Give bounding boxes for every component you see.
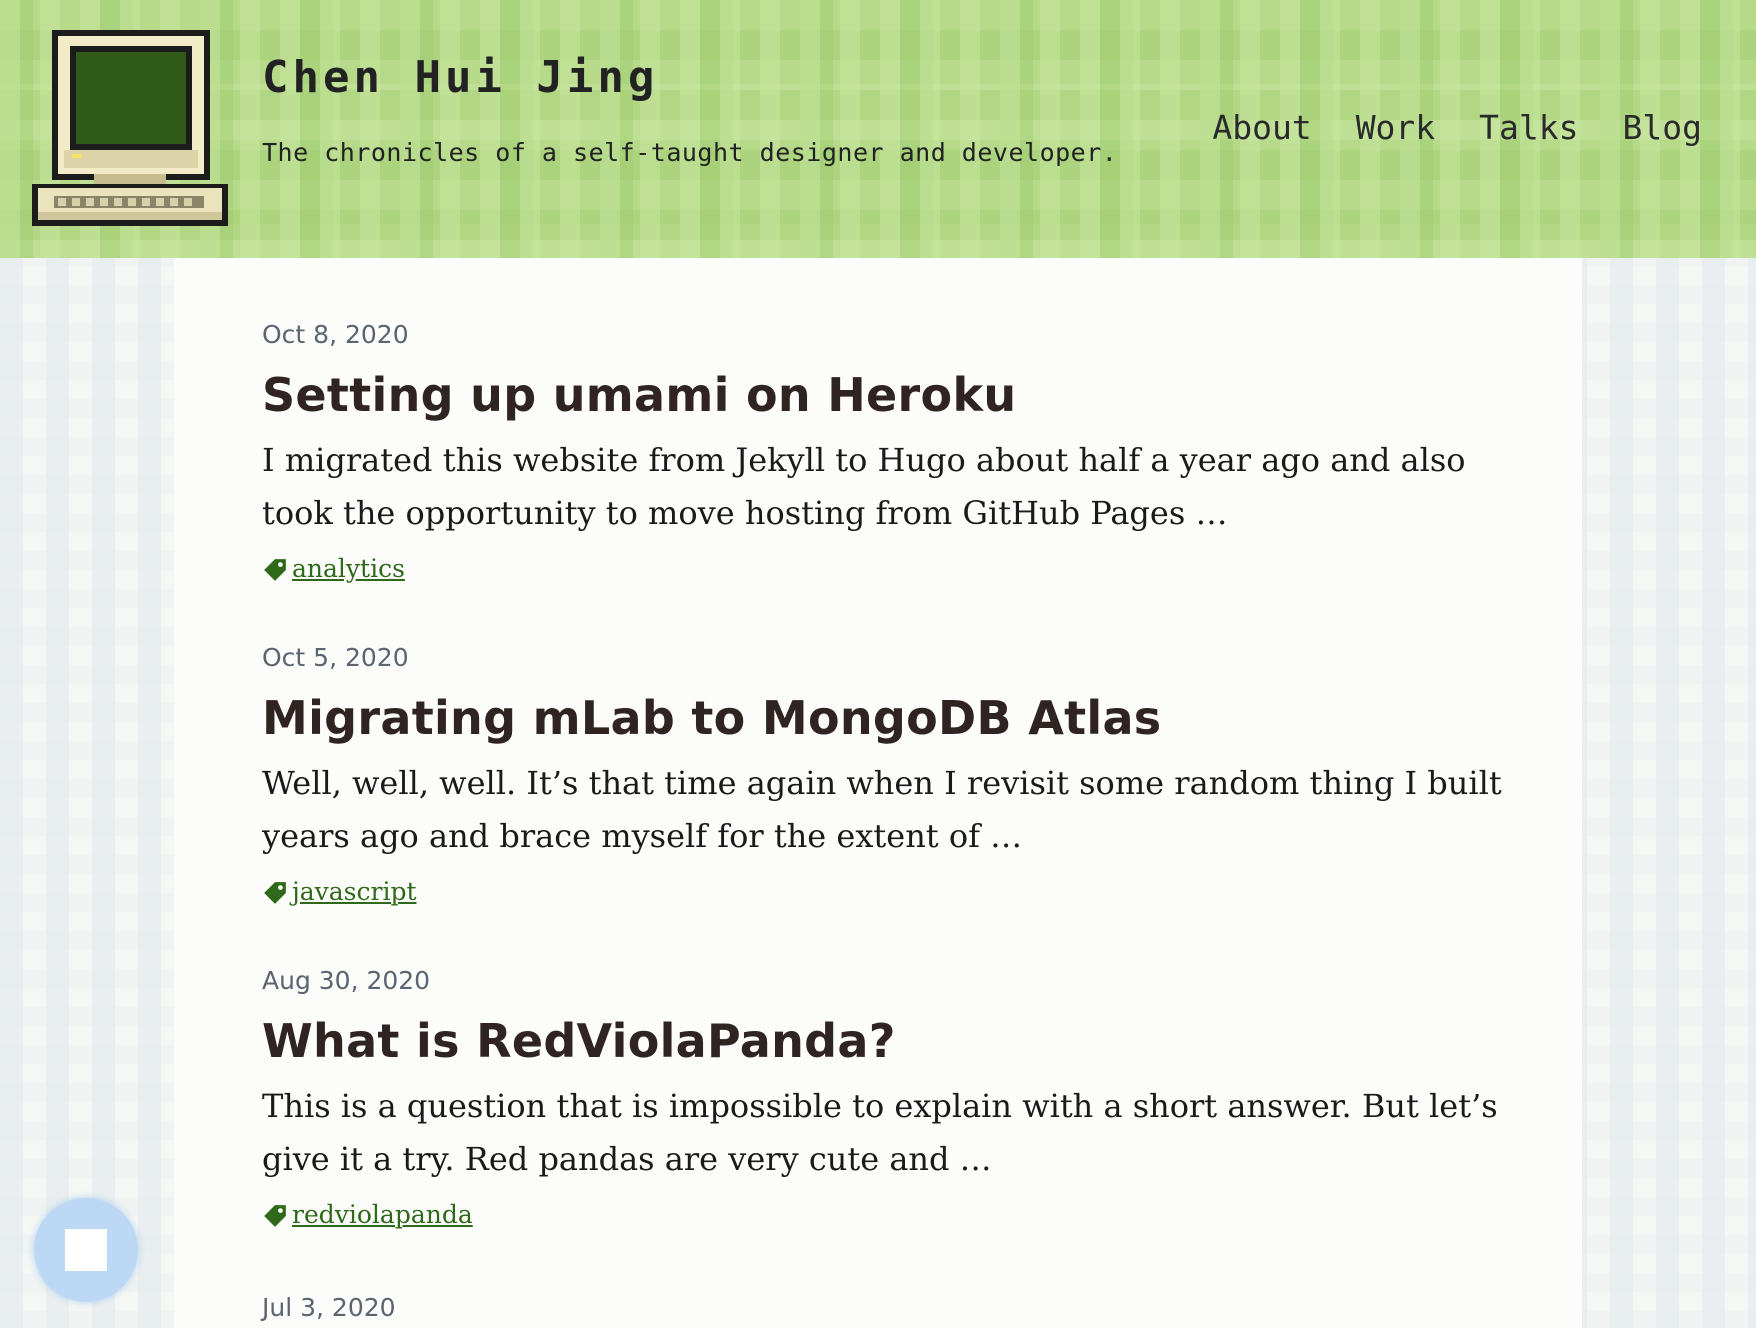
tag-link-analytics[interactable]: analytics (292, 554, 405, 583)
post-item: Oct 5, 2020 Migrating mLab to MongoDB At… (262, 643, 1522, 909)
post-title-link[interactable]: Migrating mLab to MongoDB Atlas (262, 687, 1522, 749)
post-date: Oct 8, 2020 (262, 320, 409, 349)
nav-blog[interactable]: Blog (1623, 108, 1702, 147)
post-date: Aug 30, 2020 (262, 966, 431, 995)
stop-square-icon (65, 1229, 107, 1271)
site-title[interactable]: Chen Hui Jing (262, 52, 658, 103)
tag-link-javascript[interactable]: javascript (292, 877, 417, 906)
post-date: Oct 5, 2020 (262, 643, 409, 672)
main-nav: About Work Talks Blog (1212, 108, 1702, 147)
floating-action-button[interactable] (34, 1198, 138, 1302)
post-item: Jul 3, 2020 (262, 1293, 1522, 1328)
nav-work[interactable]: Work (1356, 108, 1435, 147)
post-tag: redviolapanda (262, 1196, 1522, 1232)
nav-talks[interactable]: Talks (1479, 108, 1578, 147)
tag-icon (264, 882, 286, 904)
post-date: Jul 3, 2020 (262, 1293, 396, 1322)
post-list: Oct 8, 2020 Setting up umami on Heroku I… (174, 258, 1582, 1328)
post-tag: analytics (262, 550, 1522, 586)
site-header: Chen Hui Jing The chronicles of a self-t… (0, 0, 1756, 258)
tag-icon (264, 1205, 286, 1227)
post-tag: javascript (262, 873, 1522, 909)
post-item: Aug 30, 2020 What is RedViolaPanda? This… (262, 966, 1522, 1232)
post-excerpt: Well, well, well. It’s that time again w… (262, 764, 1502, 855)
nav-about[interactable]: About (1212, 108, 1311, 147)
site-tagline: The chronicles of a self-taught designer… (262, 138, 1118, 167)
tag-icon (264, 559, 286, 581)
tag-link-redviolapanda[interactable]: redviolapanda (292, 1200, 473, 1229)
post-item: Oct 8, 2020 Setting up umami on Heroku I… (262, 320, 1522, 586)
post-excerpt: I migrated this website from Jekyll to H… (262, 441, 1466, 532)
post-title-link[interactable]: What is RedViolaPanda? (262, 1010, 1522, 1072)
retro-computer-icon[interactable] (32, 30, 228, 226)
post-title-link[interactable]: Setting up umami on Heroku (262, 364, 1522, 426)
post-excerpt: This is a question that is impossible to… (262, 1087, 1498, 1178)
